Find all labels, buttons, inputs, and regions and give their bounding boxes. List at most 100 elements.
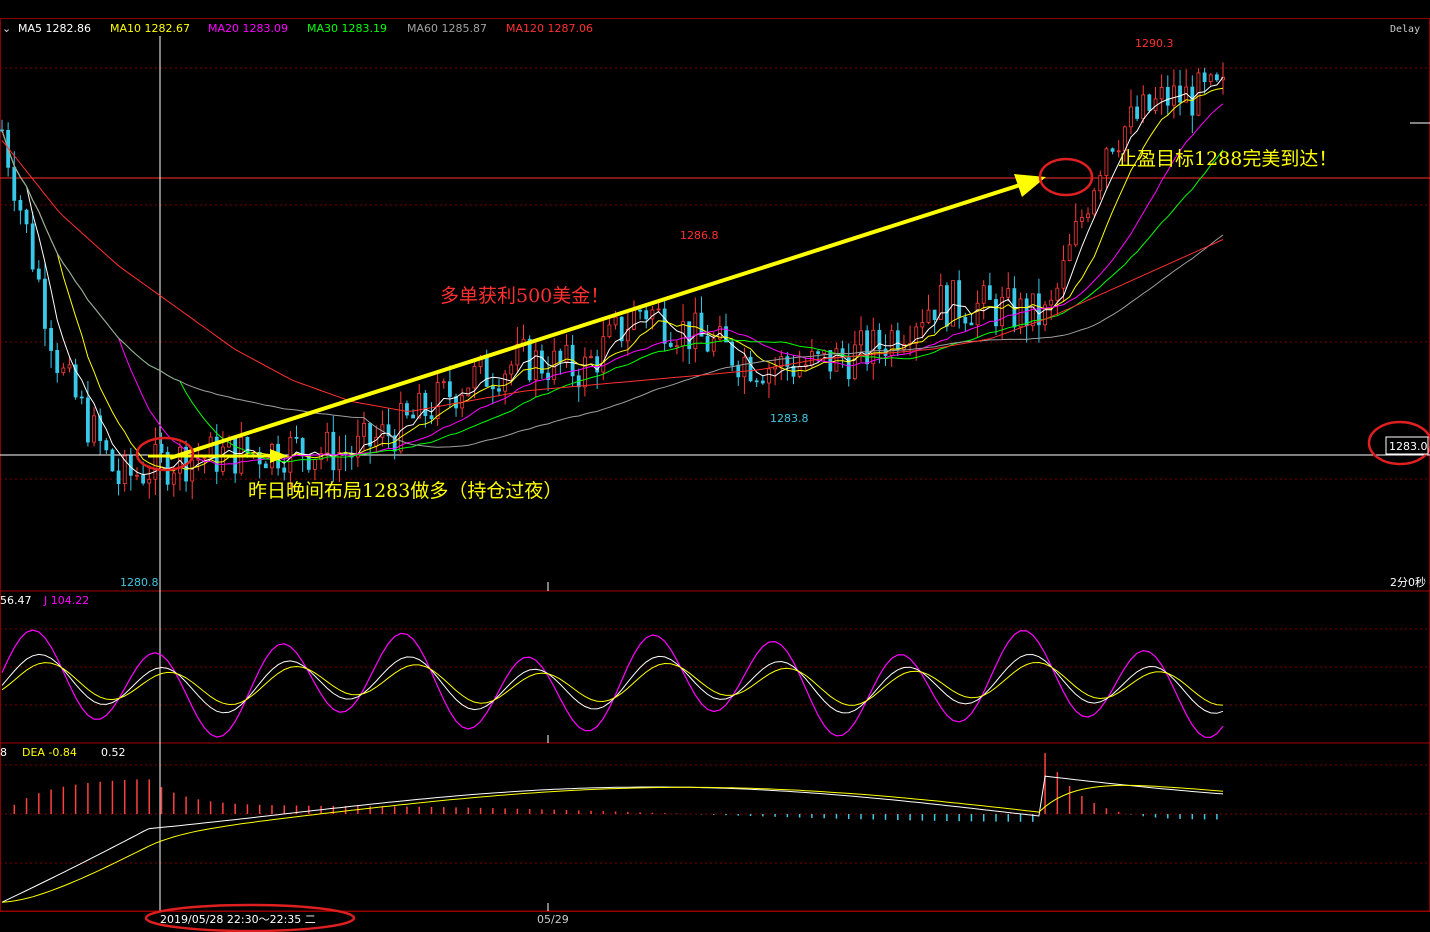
candle-body <box>448 381 452 398</box>
candle-body <box>668 342 673 347</box>
price-tag-value: 1283.0 <box>1389 440 1428 453</box>
candle-body <box>509 364 514 375</box>
candle-body <box>926 309 931 323</box>
candle-body <box>1049 299 1054 306</box>
ma20-line <box>1 103 1224 465</box>
candle-body <box>472 366 477 389</box>
legend-ma120: MA120 1287.06 <box>506 22 593 35</box>
candle-body <box>12 166 17 201</box>
candle-body <box>49 328 53 351</box>
candle-body <box>294 436 299 439</box>
candle-body <box>797 366 802 377</box>
profit-annotation: 多单获利500美金！ <box>440 285 609 307</box>
candle-body <box>994 299 998 327</box>
candle-body <box>313 459 317 470</box>
candle-body <box>282 467 287 473</box>
candle-body <box>951 280 955 327</box>
target-annotation: 止盈目标1288完美到达！ <box>1118 148 1337 170</box>
price-grid <box>0 67 1430 480</box>
kdj-d-line <box>1 661 1224 706</box>
candle-body <box>1092 190 1097 215</box>
candle-body <box>67 364 72 369</box>
candle-body <box>220 446 225 472</box>
period-counter: 2分0秒 <box>1390 575 1426 589</box>
candle-body <box>1165 86 1170 106</box>
candle-body <box>24 209 29 225</box>
delay-label: Delay <box>1390 24 1420 35</box>
candle-body <box>607 324 612 338</box>
legend-ma10: MA10 1282.67 <box>110 22 190 35</box>
candle-body <box>767 368 771 384</box>
price-low-label: 1280.8 <box>120 576 159 589</box>
candle-body <box>484 356 489 387</box>
target-highlight-circle <box>1038 157 1094 197</box>
candle-body <box>1055 287 1060 301</box>
macd-lines <box>1 775 1224 903</box>
candle-body <box>963 317 968 324</box>
candle-body <box>1079 217 1084 222</box>
candle-body <box>889 330 894 356</box>
candle-body <box>92 415 96 443</box>
candle-body <box>1006 288 1011 298</box>
candle-body <box>1202 72 1207 83</box>
price-mid-high-label: 1286.8 <box>680 229 719 242</box>
candle-body <box>362 423 366 437</box>
candle-body <box>1172 85 1176 106</box>
candle-body <box>85 397 90 443</box>
candle-body <box>969 322 974 326</box>
candle-body <box>490 386 495 390</box>
candle-body <box>300 438 305 457</box>
kdj-legend-value: 56.47 <box>0 594 32 607</box>
candle-body <box>110 449 115 472</box>
candle-body <box>944 285 949 327</box>
candle-body <box>865 330 870 365</box>
candle-body <box>932 309 937 320</box>
candle-body <box>497 388 501 392</box>
candle-body <box>36 268 41 280</box>
candle-body <box>411 414 415 419</box>
candle-body <box>337 452 342 471</box>
candle-body <box>644 310 649 320</box>
price-chart[interactable]: ⌄ MA5 1282.86 MA10 1282.67 MA20 1283.09 … <box>0 0 1430 932</box>
candle-body <box>533 350 538 381</box>
candle-body <box>61 367 66 373</box>
candle-body <box>981 285 986 304</box>
candle-body <box>895 330 900 350</box>
candle-body <box>423 392 428 417</box>
candle-body <box>1073 221 1078 246</box>
candle-body <box>871 329 876 365</box>
candle-body <box>466 387 471 397</box>
candle-body <box>405 403 409 416</box>
candle-body <box>589 356 593 359</box>
candle-body <box>18 200 23 211</box>
annotation-arrows <box>148 174 1046 463</box>
ma10-line <box>1 87 1224 472</box>
candle-body <box>638 309 643 312</box>
candle-body <box>1135 106 1140 119</box>
candle-body <box>55 350 60 373</box>
legend-ma60: MA60 1285.87 <box>407 22 487 35</box>
candle-body <box>1098 175 1103 192</box>
candle-body <box>711 338 716 352</box>
candle-body <box>116 470 121 485</box>
macd-diff-line <box>1 775 1224 903</box>
kdj-legend-j: J 104.22 <box>43 594 89 607</box>
candle-body <box>43 278 47 329</box>
candle-body <box>435 382 440 420</box>
kdj-grid <box>0 628 1430 706</box>
legend-chevron[interactable]: ⌄ <box>2 22 11 35</box>
candle-body <box>135 474 139 477</box>
candle-body <box>159 443 164 453</box>
candle-body <box>760 380 765 384</box>
candle-body <box>1178 85 1182 103</box>
candle-body <box>601 336 606 373</box>
candle-body <box>454 396 458 409</box>
crosshair-time-label: 2019/05/28 22:30～22:35 二 <box>160 913 316 926</box>
candle-body <box>859 330 863 346</box>
candle-body <box>202 457 207 460</box>
candle-body <box>171 472 176 485</box>
candle-body <box>748 356 753 382</box>
candle-body <box>632 309 636 330</box>
candle-body <box>104 440 109 451</box>
candle-body <box>147 478 152 484</box>
